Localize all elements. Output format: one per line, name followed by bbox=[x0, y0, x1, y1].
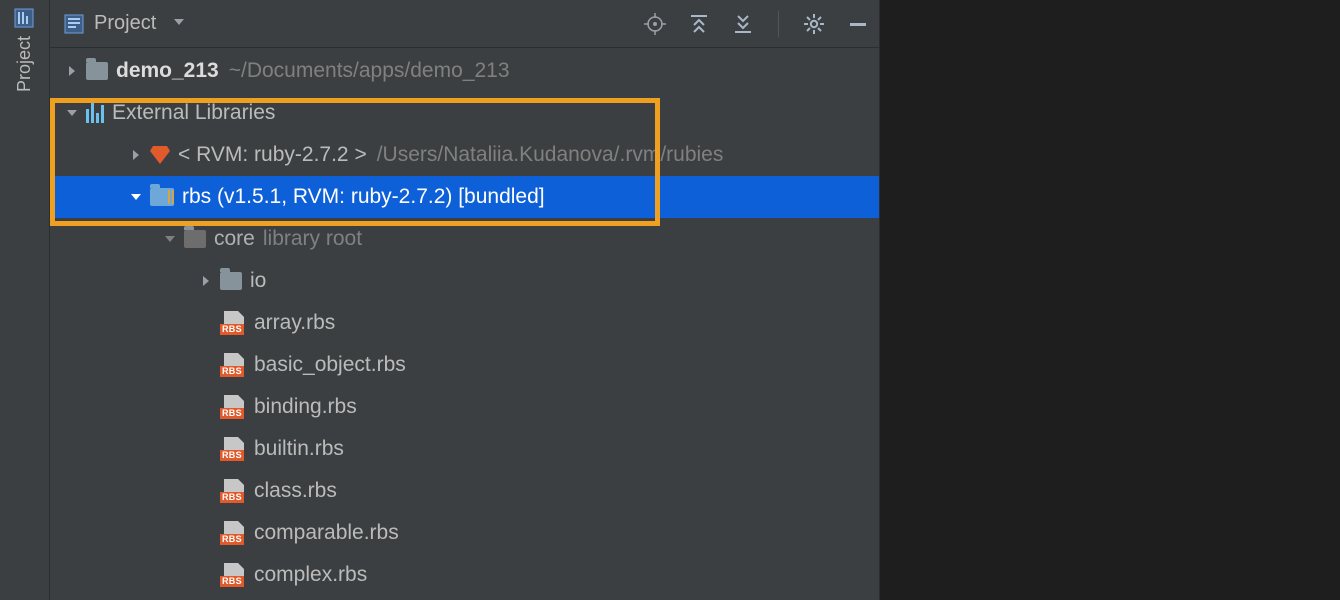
rbs-file-icon: RBS bbox=[220, 311, 246, 335]
collapse-all-icon[interactable] bbox=[732, 13, 754, 35]
folder-icon bbox=[220, 272, 242, 290]
tree-file-node[interactable]: · RBS array.rbs bbox=[50, 302, 879, 344]
project-tree[interactable]: demo_213 ~/Documents/apps/demo_213 Exter… bbox=[50, 48, 879, 600]
tree-file-node[interactable]: · RBS constants.rbs bbox=[50, 596, 879, 600]
locate-icon[interactable] bbox=[644, 13, 666, 35]
library-icon bbox=[86, 103, 104, 123]
rbs-file-icon: RBS bbox=[220, 395, 246, 419]
core-label: core bbox=[214, 227, 255, 251]
project-view-title[interactable]: Project bbox=[94, 12, 156, 35]
rbs-file-icon: RBS bbox=[220, 563, 246, 587]
folder-icon bbox=[184, 230, 206, 248]
rbs-file-icon: RBS bbox=[220, 479, 246, 503]
chevron-right-icon[interactable] bbox=[62, 64, 82, 78]
project-path: ~/Documents/apps/demo_213 bbox=[229, 59, 510, 83]
chevron-right-icon[interactable] bbox=[196, 274, 216, 288]
rbs-file-icon: RBS bbox=[220, 353, 246, 377]
tree-file-node[interactable]: · RBS class.rbs bbox=[50, 470, 879, 512]
tree-rbs-node[interactable]: rbs (v1.5.1, RVM: ruby-2.7.2) [bundled] bbox=[50, 176, 879, 218]
toolbar-separator bbox=[778, 11, 779, 37]
chevron-down-icon[interactable] bbox=[126, 190, 146, 204]
tree-file-node[interactable]: · RBS comparable.rbs bbox=[50, 512, 879, 554]
tree-file-node[interactable]: · RBS complex.rbs bbox=[50, 554, 879, 596]
tree-core-node[interactable]: core library root bbox=[50, 218, 879, 260]
hide-icon[interactable] bbox=[847, 13, 869, 35]
chevron-down-icon[interactable] bbox=[62, 106, 82, 120]
folder-icon bbox=[86, 62, 108, 80]
external-libraries-label: External Libraries bbox=[112, 101, 275, 125]
project-panel-header: Project bbox=[50, 0, 879, 48]
file-name: class.rbs bbox=[254, 479, 337, 503]
project-name: demo_213 bbox=[116, 59, 219, 83]
project-header-icon bbox=[64, 14, 84, 34]
rvm-label: < RVM: ruby-2.7.2 > bbox=[178, 143, 367, 167]
tree-file-node[interactable]: · RBS binding.rbs bbox=[50, 386, 879, 428]
file-name: comparable.rbs bbox=[254, 521, 399, 545]
file-name: complex.rbs bbox=[254, 563, 367, 587]
panel-toolbar bbox=[644, 11, 869, 37]
ruby-icon bbox=[150, 146, 170, 164]
rbs-label: rbs (v1.5.1, RVM: ruby-2.7.2) [bundled] bbox=[182, 185, 545, 209]
chevron-down-icon[interactable] bbox=[160, 232, 180, 246]
tree-external-libraries[interactable]: External Libraries bbox=[50, 92, 879, 134]
tool-window-bar: Project bbox=[0, 0, 50, 600]
library-folder-icon bbox=[150, 188, 174, 206]
view-dropdown-icon[interactable] bbox=[172, 12, 186, 35]
tree-io-node[interactable]: io bbox=[50, 260, 879, 302]
file-name: basic_object.rbs bbox=[254, 353, 406, 377]
io-label: io bbox=[250, 269, 266, 293]
editor-area bbox=[880, 0, 1340, 600]
rbs-file-icon: RBS bbox=[220, 437, 246, 461]
file-name: array.rbs bbox=[254, 311, 335, 335]
tree-rvm-node[interactable]: < RVM: ruby-2.7.2 > /Users/Nataliia.Kuda… bbox=[50, 134, 879, 176]
tree-project-root[interactable]: demo_213 ~/Documents/apps/demo_213 bbox=[50, 50, 879, 92]
expand-all-icon[interactable] bbox=[688, 13, 710, 35]
rbs-file-icon: RBS bbox=[220, 521, 246, 545]
file-name: builtin.rbs bbox=[254, 437, 344, 461]
project-panel: Project bbox=[50, 0, 880, 600]
gear-icon[interactable] bbox=[803, 13, 825, 35]
project-tab-icon bbox=[15, 8, 35, 28]
core-hint: library root bbox=[263, 227, 362, 251]
file-name: binding.rbs bbox=[254, 395, 357, 419]
project-tool-tab[interactable]: Project bbox=[14, 6, 35, 98]
tree-file-node[interactable]: · RBS builtin.rbs bbox=[50, 428, 879, 470]
project-tab-label: Project bbox=[14, 36, 35, 92]
chevron-right-icon[interactable] bbox=[126, 148, 146, 162]
tree-file-node[interactable]: · RBS basic_object.rbs bbox=[50, 344, 879, 386]
rvm-path: /Users/Nataliia.Kudanova/.rvm/rubies bbox=[377, 143, 724, 167]
